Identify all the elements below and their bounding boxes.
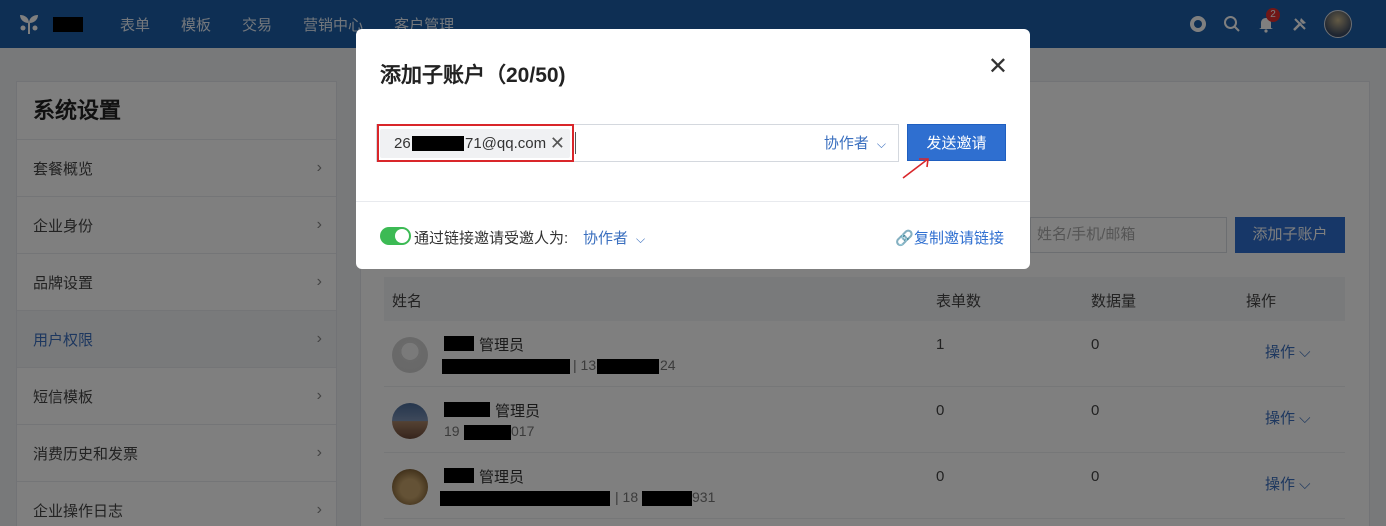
- invite-link-label: 通过链接邀请受邀人为:: [414, 230, 569, 247]
- link-role-value: 协作者: [583, 230, 629, 247]
- invite-email-input[interactable]: 26 71@qq.com ✕ 协作者 ⌵: [376, 124, 899, 162]
- annotation-arrow-icon: [902, 158, 929, 179]
- invite-role-value: 协作者: [823, 135, 869, 152]
- invite-link-toggle[interactable]: [380, 227, 411, 245]
- link-icon: 🔗: [895, 230, 914, 247]
- chevron-down-icon: ⌵: [876, 137, 886, 151]
- close-icon[interactable]: ✕: [988, 55, 1008, 79]
- copy-invite-link-button[interactable]: 🔗复制邀请链接: [895, 227, 1004, 248]
- modal-divider: [356, 201, 1030, 202]
- add-subaccount-modal: 添加子账户（20/50) ✕ 26 71@qq.com ✕ 协作者 ⌵ 发送邀请 …: [356, 29, 1030, 269]
- highlight-box: [377, 124, 574, 162]
- link-role-select[interactable]: 协作者 ⌵: [583, 227, 645, 248]
- text-caret: [575, 132, 576, 154]
- invite-role-select[interactable]: 协作者 ⌵: [824, 125, 886, 163]
- copy-link-label: 复制邀请链接: [913, 230, 1004, 247]
- modal-title: 添加子账户（20/50): [380, 64, 566, 87]
- chevron-down-icon: ⌵: [636, 232, 646, 246]
